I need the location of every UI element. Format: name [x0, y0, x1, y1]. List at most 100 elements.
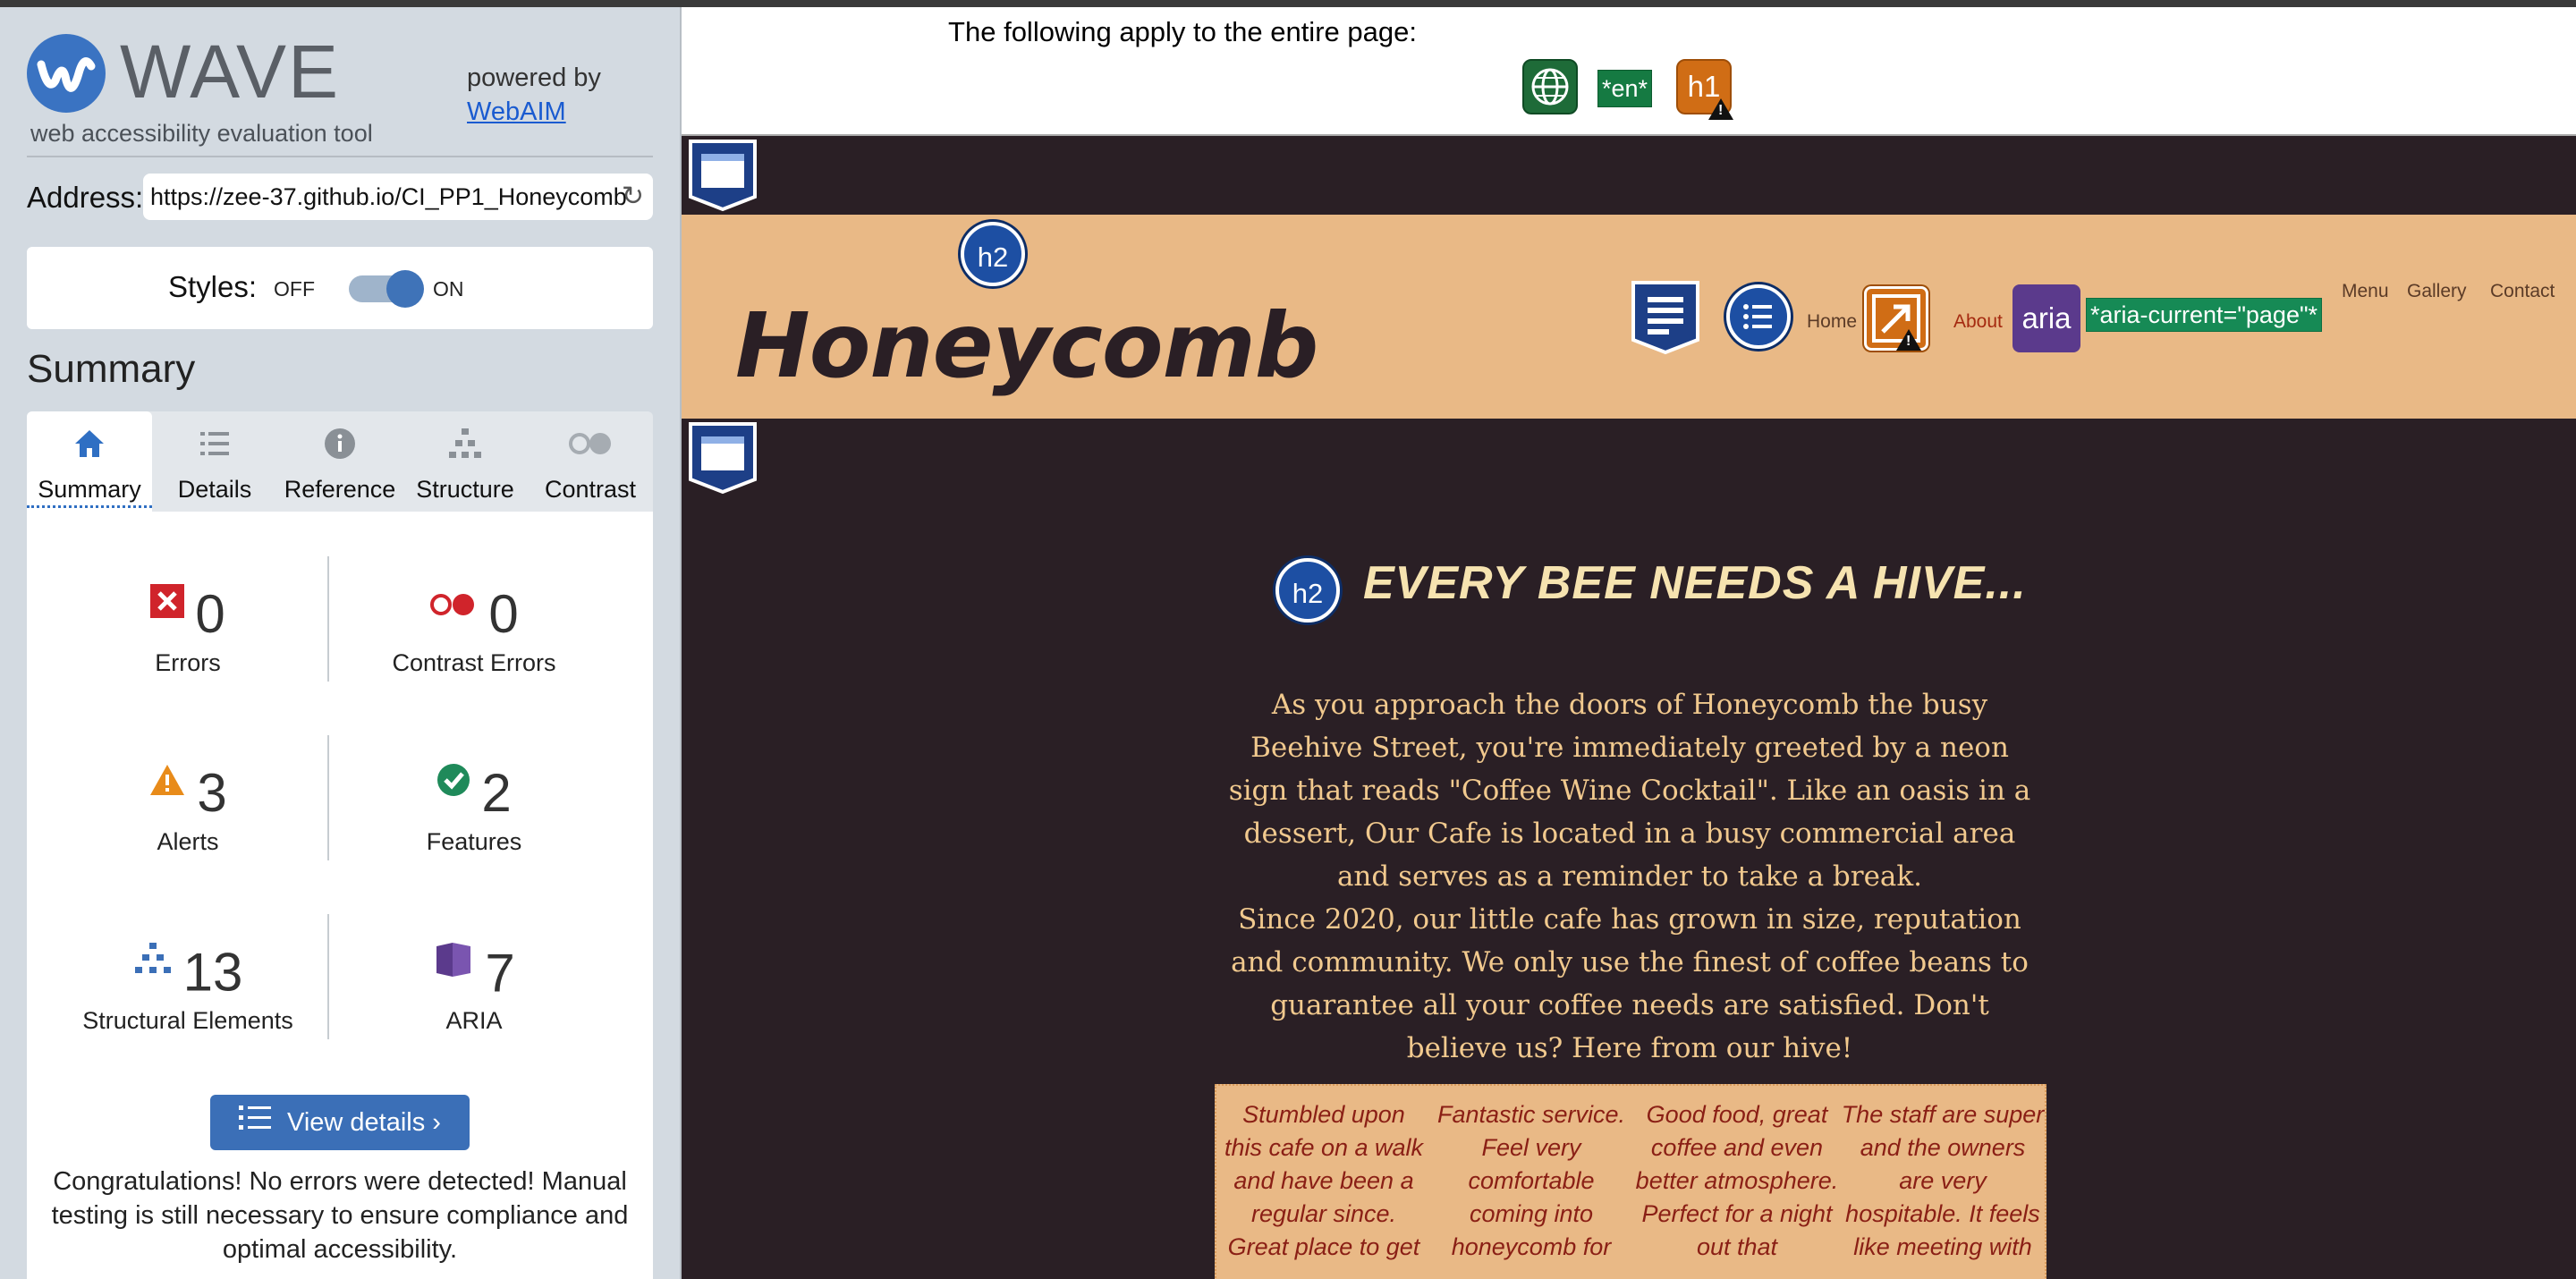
main-region-icon[interactable]	[687, 420, 757, 495]
stat-contrast-errors[interactable]: 0 Contrast Errors	[340, 583, 608, 677]
wave-brand: WAVE	[120, 30, 341, 114]
features-count: 2	[481, 763, 512, 823]
divider	[327, 556, 329, 682]
styles-off-label: OFF	[274, 277, 315, 301]
view-details-label: View details ›	[287, 1108, 441, 1137]
language-tag[interactable]: *en*	[1597, 70, 1653, 107]
toggle-knob	[386, 270, 424, 308]
h2-badge-header[interactable]: h2	[961, 222, 1025, 286]
address-input[interactable]: https://zee-37.github.io/CI_PP1_Honeycom…	[143, 174, 653, 220]
features-label: Features	[426, 828, 522, 855]
address-value: https://zee-37.github.io/CI_PP1_Honeycom…	[150, 183, 627, 210]
review-item: Stumbled upon this cafe on a walk and ha…	[1224, 1101, 1424, 1260]
powered-by-text: powered by	[467, 64, 601, 92]
aria-icon	[433, 941, 474, 1006]
error-icon	[150, 583, 185, 646]
page-level-bar: The following apply to the entire page: …	[682, 7, 2576, 136]
window-top-edge	[0, 0, 2576, 7]
divider	[327, 914, 329, 1039]
contrast-icon	[528, 426, 653, 470]
aria-badge-text: aria	[2021, 301, 2072, 335]
congrats-message: Congratulations! No errors were detected…	[51, 1167, 629, 1264]
aria-label: ARIA	[445, 1007, 503, 1034]
structural-count: 13	[182, 942, 243, 1003]
site-title[interactable]: Honeycomb	[735, 293, 1318, 398]
structure-icon	[133, 941, 173, 1004]
aria-current-tag[interactable]: *aria-current="page"*	[2086, 298, 2323, 332]
reload-icon[interactable]: ↻	[622, 174, 644, 220]
hero-heading: EVERY BEE NEEDS A HIVE...	[1363, 557, 2027, 609]
hierarchy-icon	[402, 426, 528, 470]
nav-about[interactable]: About	[1953, 311, 2003, 333]
tab-bar: Summary Details Reference Structure Cont…	[27, 411, 653, 512]
alerts-label: Alerts	[157, 828, 219, 855]
tab-structure-label: Structure	[416, 476, 514, 503]
errors-count: 0	[195, 584, 225, 644]
divider	[327, 735, 329, 860]
tab-reference-label: Reference	[284, 476, 396, 503]
wave-sidebar: WAVE web accessibility evaluation tool p…	[0, 7, 682, 1279]
view-details-button[interactable]: View details ›	[210, 1095, 470, 1150]
review-item: Good food, great coffee and even better …	[1635, 1101, 1839, 1260]
tab-summary[interactable]: Summary	[27, 411, 152, 512]
alert-icon	[148, 762, 186, 825]
stat-errors[interactable]: 0 Errors	[54, 583, 322, 677]
tab-summary-label: Summary	[38, 476, 141, 503]
aria-badge[interactable]: aria	[2012, 284, 2080, 352]
styles-card: Styles: OFF ON	[27, 247, 653, 329]
language-globe-icon[interactable]	[1522, 59, 1578, 114]
h2-badge-text: h2	[977, 241, 1009, 273]
home-icon	[27, 426, 152, 470]
errors-label: Errors	[155, 649, 221, 676]
tab-contrast-label: Contrast	[544, 476, 637, 503]
h2-badge-text: h2	[1292, 578, 1324, 609]
page-level-text: The following apply to the entire page:	[948, 16, 1417, 47]
contrast-errors-label: Contrast Errors	[392, 649, 556, 676]
list-badge-icon[interactable]	[1726, 284, 1791, 349]
stat-alerts[interactable]: 3 Alerts	[54, 762, 322, 856]
tab-contrast[interactable]: Contrast	[528, 411, 653, 512]
contrast-errors-count: 0	[488, 584, 519, 644]
tab-structure[interactable]: Structure	[402, 411, 528, 512]
nav-contact[interactable]: Contact	[2490, 281, 2555, 302]
aria-count: 7	[485, 943, 515, 1004]
wave-tagline: web accessibility evaluation tool	[30, 120, 373, 147]
list-icon	[239, 1096, 272, 1151]
summary-heading: Summary	[27, 347, 196, 391]
styles-label: Styles:	[168, 270, 258, 303]
evaluated-page: The following apply to the entire page: …	[682, 7, 2576, 1279]
styles-on-label: ON	[433, 277, 464, 301]
reviews-section: Stumbled upon this cafe on a walk and ha…	[1215, 1084, 2046, 1279]
stat-aria[interactable]: 7 ARIA	[340, 941, 608, 1035]
hero-paragraph-2: Since 2020, our little cafe has grown in…	[1231, 903, 2029, 1064]
stat-structural[interactable]: 13 Structural Elements	[54, 941, 322, 1035]
hero-paragraph-1: As you approach the doors of Honeycomb t…	[1228, 689, 2031, 893]
nav-home[interactable]: Home	[1807, 311, 1857, 333]
wave-logo-icon	[27, 34, 106, 113]
hero-paragraph: As you approach the doors of Honeycomb t…	[1218, 683, 2041, 1070]
review-item: Fantastic service. Feel very comfortable…	[1436, 1101, 1626, 1260]
warning-icon: !	[1896, 329, 1921, 351]
h2-badge-hero[interactable]: h2	[1275, 558, 1340, 623]
address-label: Address:	[27, 181, 144, 214]
summary-panel: 0 Errors 0 Contrast Errors 3 Alerts 2 Fe…	[27, 512, 653, 1279]
review-item: The staff are super and the owners are v…	[1841, 1101, 2045, 1260]
navigation-region-icon[interactable]	[1630, 279, 1699, 355]
powered-by: powered by WebAIM	[467, 61, 601, 129]
tab-details[interactable]: Details	[152, 411, 277, 512]
styles-toggle[interactable]	[349, 270, 424, 308]
structural-label: Structural Elements	[82, 1007, 293, 1034]
list-icon	[152, 426, 277, 470]
divider	[27, 156, 653, 157]
alerts-count: 3	[197, 763, 227, 823]
contrast-error-icon	[429, 583, 478, 646]
warning-icon: !	[1708, 98, 1733, 120]
nav-menu[interactable]: Menu	[2342, 281, 2389, 302]
nav-gallery[interactable]: Gallery	[2407, 281, 2467, 302]
webaim-link[interactable]: WebAIM	[467, 95, 601, 129]
info-icon	[277, 426, 402, 470]
header-region-icon[interactable]	[687, 138, 757, 212]
tab-reference[interactable]: Reference	[277, 411, 402, 512]
feature-check-icon	[436, 762, 470, 825]
stat-features[interactable]: 2 Features	[340, 762, 608, 856]
